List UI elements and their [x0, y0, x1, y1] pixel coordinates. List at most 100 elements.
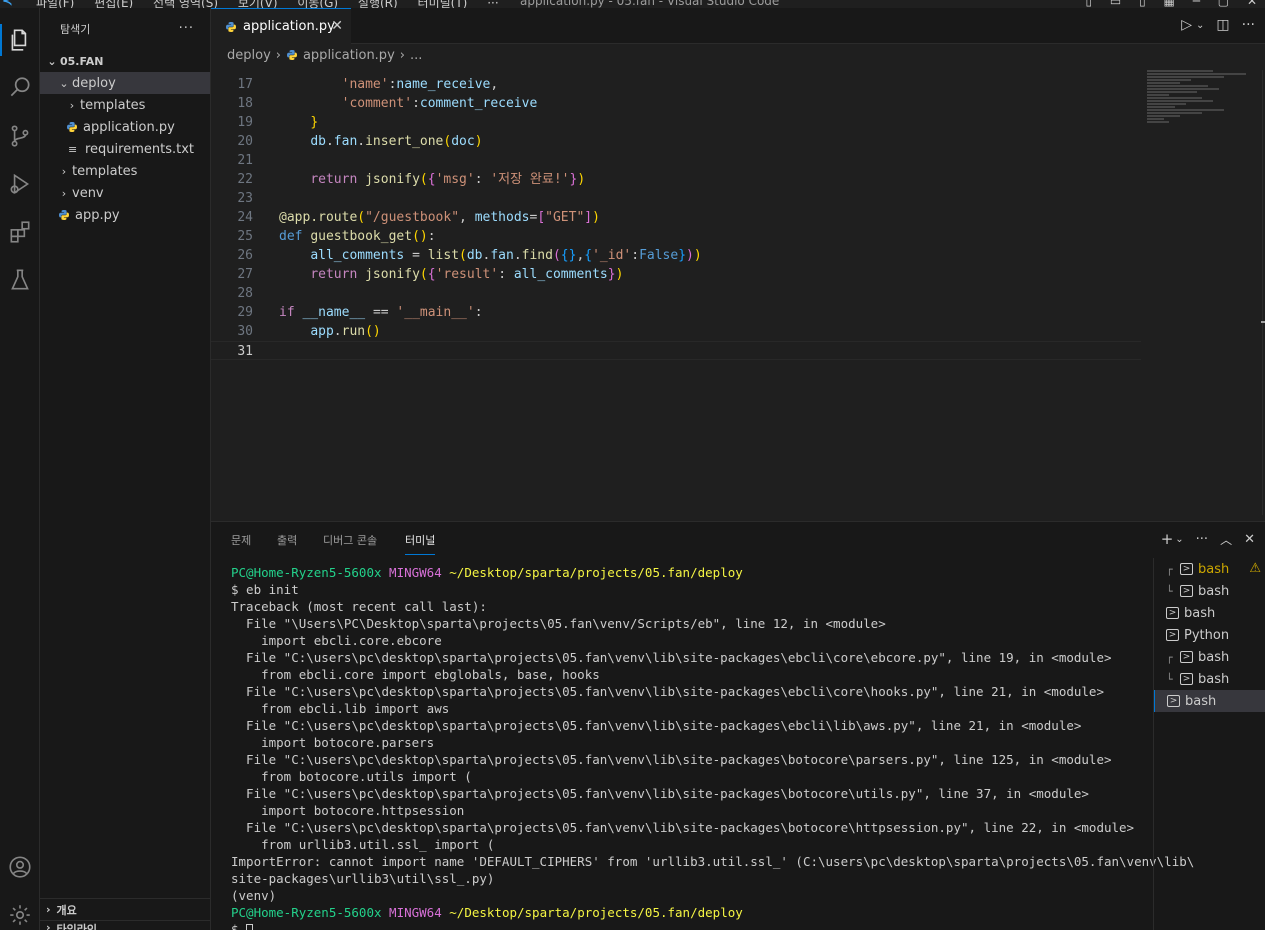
line-number: 17 — [237, 77, 253, 92]
line-number: 27 — [237, 267, 253, 282]
code-line: 30 app.run() — [211, 322, 1141, 341]
menu-go[interactable]: 이동(G) — [297, 0, 338, 8]
timeline-section[interactable]: › 타임라인 — [40, 920, 211, 930]
terminal-item[interactable]: ┌ > bash ⚠ — [1154, 558, 1265, 580]
workspace-root[interactable]: ⌄ 05.FAN — [40, 50, 210, 72]
outline-section[interactable]: › 개요 — [40, 898, 211, 920]
tab-output[interactable]: 출력 — [277, 532, 297, 548]
run-dropdown-icon[interactable]: ⌄ — [1196, 20, 1204, 33]
terminal-list: ┌ > bash ⚠ └ > bash > bash > Python ┌ > … — [1153, 558, 1265, 930]
terminal-item[interactable]: > Python — [1154, 624, 1265, 646]
minimap[interactable] — [1147, 70, 1257, 140]
source-control-icon[interactable] — [0, 116, 40, 156]
close-window-button[interactable]: ✕ — [1247, 0, 1257, 8]
menu-file[interactable]: 파일(F) — [36, 0, 74, 8]
code-line: 29 if __name__ == '__main__': — [211, 303, 1141, 322]
prompt-path: ~/Desktop/sparta/projects/05.fan/deploy — [449, 565, 743, 580]
layout-customize-icon[interactable]: ▦ — [1164, 0, 1175, 8]
split-editor-icon[interactable]: ◫ — [1216, 17, 1229, 33]
menu-view[interactable]: 보기(V) — [238, 0, 278, 8]
terminal-item-selected[interactable]: > bash — [1154, 690, 1265, 712]
terminal-line: File "C:\users\pc\desktop\sparta\project… — [231, 718, 1082, 733]
folder-deploy-templates[interactable]: › templates — [40, 94, 210, 116]
close-tab-icon[interactable]: ✕ — [331, 18, 343, 34]
warning-icon: ⚠ — [1249, 561, 1261, 576]
terminal-line: from ebcli.lib import aws — [231, 701, 450, 716]
search-icon[interactable] — [0, 68, 40, 108]
layout-toggle-icon[interactable]: ▯ — [1085, 0, 1092, 8]
line-number: 30 — [237, 324, 253, 339]
terminal-icon: > — [1180, 673, 1193, 685]
folder-templates[interactable]: › templates — [40, 160, 210, 182]
terminal-line: from urllib3.util.ssl_ import ( — [231, 837, 495, 852]
folder-deploy[interactable]: ⌄ deploy — [40, 72, 210, 94]
folder-venv-label: venv — [72, 185, 104, 201]
new-terminal-icon[interactable]: + — [1161, 530, 1174, 548]
chevron-down-icon: ⌄ — [47, 54, 57, 68]
file-requirements-txt[interactable]: ≡ requirements.txt — [40, 138, 210, 160]
terminal-item[interactable]: ┌ > bash — [1154, 646, 1265, 668]
line-number: 26 — [237, 248, 253, 263]
menu-run[interactable]: 실행(R) — [358, 0, 398, 8]
line-number: 22 — [237, 172, 253, 187]
maximize-button[interactable]: ▢ — [1218, 0, 1229, 8]
terminal-dropdown-icon[interactable]: ⌄ — [1175, 534, 1183, 545]
vscode-logo-icon: ≺ — [2, 0, 13, 8]
code-line: 17 'name':name_receive, — [211, 75, 1141, 94]
terminal-item[interactable]: > bash — [1154, 602, 1265, 624]
code-line: 21 — [211, 151, 1141, 170]
python-file-icon — [67, 122, 77, 132]
panel-tabs: 문제 출력 디버그 콘솔 터미널 + ⌄ ··· ︿ ✕ — [211, 522, 1265, 558]
tab-terminal[interactable]: 터미널 — [405, 532, 436, 555]
prompt-symbol: $ — [231, 922, 247, 930]
menu-terminal[interactable]: 터미널(T) — [418, 0, 468, 8]
close-panel-icon[interactable]: ✕ — [1244, 532, 1255, 547]
terminal-line: File "C:\users\pc\desktop\sparta\project… — [231, 684, 1104, 699]
chevron-right-icon: › — [61, 164, 67, 178]
tab-problems[interactable]: 문제 — [231, 532, 251, 548]
code-editor[interactable]: 17 'name':name_receive, 18 'comment':com… — [211, 75, 1141, 515]
testing-icon[interactable] — [0, 260, 40, 300]
run-python-file-icon[interactable]: ▷ — [1181, 17, 1192, 33]
menu-selection[interactable]: 선택 영역(S) — [153, 0, 218, 8]
run-debug-icon[interactable] — [0, 164, 40, 204]
folder-venv[interactable]: › venv — [40, 182, 210, 204]
chevron-right-icon: › — [69, 98, 75, 112]
tab-application-py[interactable]: application.py ✕ — [211, 8, 351, 44]
terminal-icon: > — [1166, 607, 1179, 619]
breadcrumb-application-py[interactable]: application.py — [303, 48, 395, 63]
chevron-right-icon: › — [275, 47, 281, 63]
minimize-button[interactable]: ─ — [1193, 0, 1200, 8]
breadcrumb-symbol[interactable]: ... — [410, 48, 422, 63]
settings-gear-icon[interactable] — [0, 895, 40, 930]
explorer-icon[interactable] — [0, 20, 40, 60]
terminal-item[interactable]: └ > bash — [1154, 668, 1265, 690]
code-line: 19 } — [211, 113, 1141, 132]
terminal-input-line[interactable]: $ — [231, 921, 1151, 930]
file-app-py[interactable]: app.py — [40, 204, 210, 226]
menu-edit[interactable]: 편집(E) — [94, 0, 133, 8]
menu-more[interactable]: ··· — [487, 0, 498, 8]
folder-deploy-templates-label: templates — [80, 97, 146, 113]
explorer-more-actions-icon[interactable]: ··· — [179, 21, 194, 36]
file-application-py[interactable]: application.py — [40, 116, 210, 138]
extensions-icon[interactable] — [0, 212, 40, 252]
account-icon[interactable] — [0, 847, 40, 887]
breadcrumb-deploy[interactable]: deploy — [227, 48, 271, 63]
panel-more-icon[interactable]: ··· — [1196, 532, 1208, 547]
terminal-line: import ebcli.core.ebcore — [231, 633, 442, 648]
code-line: 27 return jsonify({'result': all_comment… — [211, 265, 1141, 284]
terminal-output[interactable]: PC@Home-Ryzen5-5600x MINGW64 ~/Desktop/s… — [231, 564, 1194, 930]
tab-debug-console[interactable]: 디버그 콘솔 — [323, 532, 377, 548]
more-actions-icon[interactable]: ··· — [1242, 17, 1255, 33]
terminal-item[interactable]: └ > bash — [1154, 580, 1265, 602]
bottom-panel: 문제 출력 디버그 콘솔 터미널 + ⌄ ··· ︿ ✕ PC@Home-Ryz… — [211, 521, 1265, 930]
terminal-line: Traceback (most recent call last): — [231, 599, 487, 614]
chevron-right-icon: › — [46, 903, 51, 916]
terminal-line: $ eb init — [231, 582, 299, 597]
prompt-user: PC@Home-Ryzen5-5600x — [231, 565, 382, 580]
terminal-line: File "C:\users\pc\desktop\sparta\project… — [231, 752, 1112, 767]
layout-panel-icon[interactable]: ▭ — [1110, 0, 1121, 8]
layout-secondary-icon[interactable]: ▯ — [1139, 0, 1146, 8]
maximize-panel-icon[interactable]: ︿ — [1220, 531, 1232, 548]
